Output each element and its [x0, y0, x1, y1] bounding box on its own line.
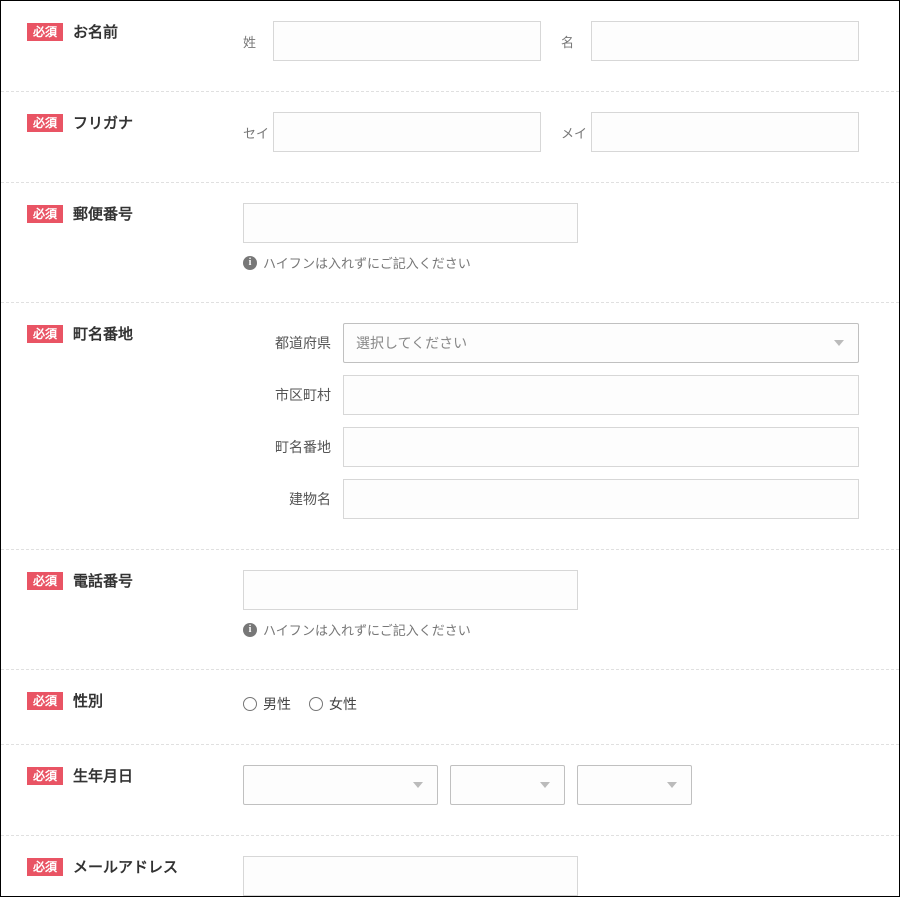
address-label: 町名番地: [73, 323, 133, 344]
gender-label: 性別: [73, 690, 103, 711]
last-kana-prefix: セイ: [243, 123, 273, 142]
info-icon: i: [243, 623, 257, 637]
city-sublabel: 市区町村: [243, 385, 343, 405]
first-name-prefix: 名: [561, 32, 591, 51]
building-sublabel: 建物名: [243, 489, 343, 509]
zip-hint-text: ハイフンは入れずにご記入ください: [263, 253, 471, 272]
street-sublabel: 町名番地: [243, 437, 343, 457]
required-badge: 必須: [27, 23, 63, 41]
email-input[interactable]: [243, 856, 578, 896]
first-name-input[interactable]: [591, 21, 859, 61]
required-badge: 必須: [27, 572, 63, 590]
last-name-input[interactable]: [273, 21, 541, 61]
section-dob: 必須 生年月日: [1, 745, 899, 836]
zip-hint: i ハイフンは入れずにご記入ください: [243, 253, 859, 272]
gender-male-text: 男性: [263, 694, 291, 714]
required-badge: 必須: [27, 205, 63, 223]
city-input[interactable]: [343, 375, 859, 415]
gender-male-radio[interactable]: [243, 697, 257, 711]
phone-hint-text: ハイフンは入れずにご記入ください: [263, 620, 471, 639]
pref-select[interactable]: 選択してください: [343, 323, 859, 363]
gender-female-text: 女性: [329, 694, 357, 714]
street-input[interactable]: [343, 427, 859, 467]
phone-hint: i ハイフンは入れずにご記入ください: [243, 620, 859, 639]
required-badge: 必須: [27, 692, 63, 710]
zip-label: 郵便番号: [73, 203, 133, 224]
dob-year-select[interactable]: [243, 765, 438, 805]
furigana-label: フリガナ: [73, 112, 133, 133]
info-icon: i: [243, 256, 257, 270]
required-badge: 必須: [27, 325, 63, 343]
dob-month-select[interactable]: [450, 765, 565, 805]
required-badge: 必須: [27, 858, 63, 876]
required-badge: 必須: [27, 767, 63, 785]
pref-select-value: 選択してください: [356, 333, 467, 353]
building-input[interactable]: [343, 479, 859, 519]
first-kana-prefix: メイ: [561, 123, 591, 142]
section-address: 必須 町名番地 都道府県 選択してください 市区町村: [1, 303, 899, 550]
section-zip: 必須 郵便番号 i ハイフンは入れずにご記入ください: [1, 183, 899, 303]
gender-male-option[interactable]: 男性: [243, 694, 291, 714]
section-gender: 必須 性別 男性 女性: [1, 670, 899, 745]
name-label: お名前: [73, 21, 118, 42]
pref-sublabel: 都道府県: [243, 333, 343, 353]
phone-input[interactable]: [243, 570, 578, 610]
zip-input[interactable]: [243, 203, 578, 243]
dob-day-select[interactable]: [577, 765, 692, 805]
first-kana-input[interactable]: [591, 112, 859, 152]
last-kana-input[interactable]: [273, 112, 541, 152]
gender-female-option[interactable]: 女性: [309, 694, 357, 714]
section-phone: 必須 電話番号 i ハイフンは入れずにご記入ください: [1, 550, 899, 670]
gender-female-radio[interactable]: [309, 697, 323, 711]
section-email: 必須 メールアドレス: [1, 836, 899, 896]
email-label: メールアドレス: [73, 856, 178, 877]
last-name-prefix: 姓: [243, 32, 273, 51]
phone-label: 電話番号: [73, 570, 133, 591]
section-furigana: 必須 フリガナ セイ メイ: [1, 92, 899, 183]
required-badge: 必須: [27, 114, 63, 132]
dob-label: 生年月日: [73, 765, 133, 786]
section-name: 必須 お名前 姓 名: [1, 1, 899, 92]
